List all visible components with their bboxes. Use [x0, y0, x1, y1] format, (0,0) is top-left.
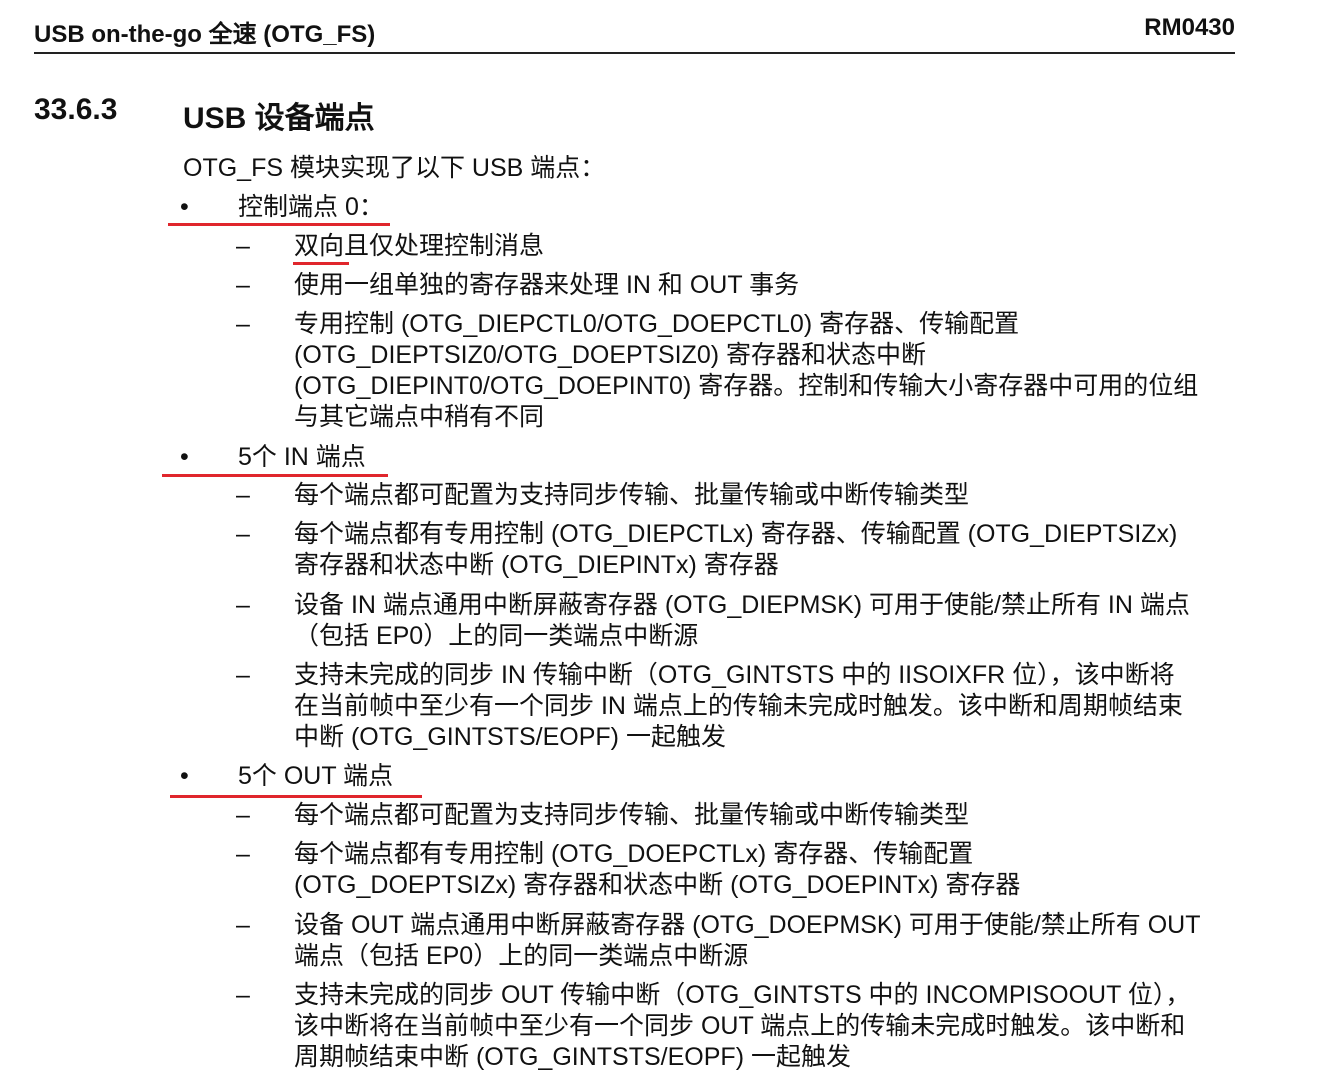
list-item: 每个端点都可配置为支持同步传输、批量传输或中断传输类型: [294, 480, 1234, 511]
bullet-marker: •: [180, 762, 189, 790]
section-number: 33.6.3: [34, 93, 118, 126]
red-underline-annotation: [293, 262, 349, 265]
bullet-in-endpoints-label: 5个 IN 端点: [238, 443, 366, 471]
list-item-line: (OTG_DIEPINT0/OTG_DOEPINT0) 寄存器。控制和传输大小寄…: [294, 372, 1199, 400]
list-item-line: 双向且仅处理控制消息: [294, 232, 545, 260]
list-item: 设备 OUT 端点通用中断屏蔽寄存器 (OTG_DOEPMSK) 可用于使能/禁…: [294, 910, 1234, 972]
dash-marker: –: [236, 911, 250, 939]
list-item: 设备 IN 端点通用中断屏蔽寄存器 (OTG_DIEPMSK) 可用于使能/禁止…: [294, 590, 1234, 652]
header-title: USB on-the-go 全速 (OTG_FS): [34, 21, 376, 48]
list-item-line: 每个端点都可配置为支持同步传输、批量传输或中断传输类型: [294, 481, 970, 509]
document-id: RM0430: [1144, 14, 1235, 41]
bullet-out-endpoints-label: 5个 OUT 端点: [238, 762, 394, 790]
list-item-line: 端点（包括 EP0）上的同一类端点中断源: [294, 942, 749, 970]
bullet-control-endpoint-label: 控制端点 0：: [238, 193, 384, 221]
list-item: 专用控制 (OTG_DIEPCTL0/OTG_DOEPCTL0) 寄存器、传输配…: [294, 309, 1234, 433]
dash-marker: –: [236, 310, 250, 338]
list-item-line: 使用一组单独的寄存器来处理 IN 和 OUT 事务: [294, 271, 800, 299]
dash-marker: –: [236, 591, 250, 619]
list-item-line: 每个端点都可配置为支持同步传输、批量传输或中断传输类型: [294, 801, 970, 829]
list-item-line: 中断 (OTG_GINTSTS/EOPF) 一起触发: [294, 723, 726, 751]
list-item-line: (OTG_DIEPTSIZ0/OTG_DOEPTSIZ0) 寄存器和状态中断: [294, 341, 927, 369]
page-header: USB on-the-go 全速 (OTG_FS) RM0430: [34, 12, 1235, 54]
list-item: 支持未完成的同步 OUT 传输中断（OTG_GINTSTS 中的 INCOMPI…: [294, 980, 1234, 1073]
list-item-line: (OTG_DOEPTSIZx) 寄存器和状态中断 (OTG_DOEPINTx) …: [294, 871, 1021, 899]
dash-marker: –: [236, 981, 250, 1009]
list-item-line: 每个端点都有专用控制 (OTG_DOEPCTLx) 寄存器、传输配置: [294, 840, 974, 868]
list-item: 每个端点都有专用控制 (OTG_DOEPCTLx) 寄存器、传输配置 (OTG_…: [294, 839, 1234, 901]
list-item-line: 支持未完成的同步 OUT 传输中断（OTG_GINTSTS 中的 INCOMPI…: [294, 981, 1191, 1009]
list-item: 每个端点都可配置为支持同步传输、批量传输或中断传输类型: [294, 800, 1234, 831]
list-item-line: 与其它端点中稍有不同: [294, 403, 545, 431]
dash-marker: –: [236, 481, 250, 509]
list-item: 每个端点都有专用控制 (OTG_DIEPCTLx) 寄存器、传输配置 (OTG_…: [294, 519, 1234, 581]
dash-marker: –: [236, 271, 250, 299]
red-underline-annotation: [168, 223, 390, 226]
list-item-line: 设备 IN 端点通用中断屏蔽寄存器 (OTG_DIEPMSK) 可用于使能/禁止…: [294, 591, 1190, 619]
section-title: USB 设备端点: [183, 102, 375, 135]
list-item-line: 支持未完成的同步 IN 传输中断（OTG_GINTSTS 中的 IISOIXFR…: [294, 661, 1175, 689]
dash-marker: –: [236, 840, 250, 868]
dash-marker: –: [236, 232, 250, 260]
list-item-line: 在当前帧中至少有一个同步 IN 端点上的传输未完成时触发。该中断和周期帧结束: [294, 692, 1183, 720]
list-item-line: 周期帧结束中断 (OTG_GINTSTS/EOPF) 一起触发: [294, 1043, 851, 1071]
list-item-line: （包括 EP0）上的同一类端点中断源: [294, 622, 699, 650]
list-item-line: 每个端点都有专用控制 (OTG_DIEPCTLx) 寄存器、传输配置 (OTG_…: [294, 520, 1178, 548]
list-item: 使用一组单独的寄存器来处理 IN 和 OUT 事务: [294, 270, 1234, 301]
document-page: USB on-the-go 全速 (OTG_FS) RM0430 33.6.3 …: [0, 0, 1319, 1092]
dash-marker: –: [236, 801, 250, 829]
intro-paragraph: OTG_FS 模块实现了以下 USB 端点：: [183, 154, 606, 182]
bullet-marker: •: [180, 193, 189, 221]
dash-marker: –: [236, 661, 250, 689]
list-item: 支持未完成的同步 IN 传输中断（OTG_GINTSTS 中的 IISOIXFR…: [294, 660, 1234, 753]
list-item-line: 寄存器和状态中断 (OTG_DIEPINTx) 寄存器: [294, 551, 779, 579]
red-underline-annotation: [170, 795, 422, 798]
red-underline-annotation: [162, 474, 388, 477]
list-item-line: 设备 OUT 端点通用中断屏蔽寄存器 (OTG_DOEPMSK) 可用于使能/禁…: [294, 911, 1201, 939]
list-item-line: 该中断将在当前帧中至少有一个同步 OUT 端点上的传输未完成时触发。该中断和: [294, 1012, 1186, 1040]
dash-marker: –: [236, 520, 250, 548]
list-item: 双向且仅处理控制消息: [294, 231, 1234, 262]
bullet-marker: •: [180, 443, 189, 471]
list-item-line: 专用控制 (OTG_DIEPCTL0/OTG_DOEPCTL0) 寄存器、传输配…: [294, 310, 1020, 338]
